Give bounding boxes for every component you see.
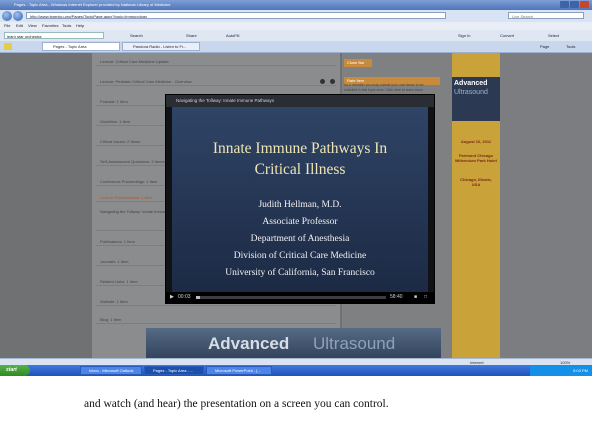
slide-line: Department of Anesthesia: [250, 234, 350, 244]
tab-pandora[interactable]: Pandora Radio - Listen to Fr...: [122, 42, 200, 51]
time-elapsed: 00:03: [178, 294, 191, 300]
close-bar-button[interactable]: Close Bar: [344, 59, 372, 67]
toolbar-search-button[interactable]: Search: [130, 30, 143, 41]
ad-city: Chicago, Illinois, USA: [460, 177, 492, 187]
play-icon[interactable]: ▶: [170, 294, 174, 301]
start-button[interactable]: start: [0, 365, 30, 376]
slide-title-line2: Critical Illness: [254, 161, 346, 178]
info-icon[interactable]: [330, 79, 335, 84]
maximize-button[interactable]: [570, 1, 579, 8]
slide-title: Innate Immune Pathways In Critical Illne…: [172, 138, 428, 180]
task-ie[interactable]: Pages - Topic Area - ...: [144, 366, 204, 375]
taskbar: start Inbox - Microsoft Outlook Pages - …: [0, 365, 592, 376]
menu-bar: File Edit View Favorites Tools Help: [0, 22, 592, 30]
progress-bar[interactable]: [196, 296, 386, 299]
menu-edit[interactable]: Edit: [16, 22, 23, 30]
toolbar-select-button[interactable]: Select: [548, 30, 559, 41]
toolbar-autofill-button[interactable]: AutoFill: [226, 30, 239, 41]
menu-help[interactable]: Help: [76, 22, 84, 30]
volume-icon[interactable]: ■: [414, 294, 417, 301]
slide-line: University of California, San Francisco: [225, 268, 375, 278]
browser-toolbar: learn star orchestra Search Share AutoFi…: [0, 30, 592, 41]
slide-caption: and watch (and hear) the presentation on…: [84, 398, 389, 410]
list-item[interactable]: Lecture: Pediatric Critical Care Medicin…: [96, 77, 336, 86]
member-note: As a member you may submit your own item…: [344, 83, 424, 92]
ad-line2: Ultrasound: [454, 89, 488, 96]
minimize-button[interactable]: [560, 1, 569, 8]
fullscreen-icon[interactable]: □: [424, 294, 427, 301]
slide-line: Associate Professor: [262, 217, 338, 227]
page-menu[interactable]: Page: [540, 41, 549, 52]
clock: 5:03 PM: [573, 368, 588, 373]
task-powerpoint[interactable]: Microsoft PowerPoint - [...: [206, 366, 272, 375]
presentation-slide: Innate Immune Pathways In Critical Illne…: [172, 107, 428, 292]
slide-title-line1: Innate Immune Pathways In: [212, 140, 388, 157]
forward-icon[interactable]: [13, 11, 23, 21]
close-button[interactable]: [580, 1, 589, 8]
player-controls: ▶ 00:03 58:40 ■ □: [166, 292, 434, 303]
ad-line1: Advanced: [454, 80, 488, 87]
tools-menu[interactable]: Tools: [566, 41, 575, 52]
system-tray: 5:03 PM: [530, 365, 592, 376]
ad-header[interactable]: Advanced Ultrasound: [452, 77, 500, 121]
screenshot: Pages - Topic Area - Windows Internet Ex…: [0, 0, 592, 376]
task-outlook[interactable]: Inbox - Microsoft Outlook: [80, 366, 142, 375]
menu-favorites[interactable]: Favorites: [42, 22, 58, 30]
ad-banner[interactable]: Advanced Ultrasound: [146, 328, 441, 358]
ad-venue: Fairmont Chicago Millennium Park Hotel: [455, 153, 497, 163]
list-item[interactable]: Lecture: Critical Care Medicine Update: [96, 57, 336, 66]
toolbar-signin-button[interactable]: Sign In: [458, 30, 470, 41]
address-field[interactable]: http://www.learnicu.org/Pages/TopicPage.…: [26, 12, 446, 19]
page-margin: [500, 53, 592, 358]
tab-bar: Pages - Topic Area Pandora Radio - Liste…: [0, 41, 592, 53]
tab-pages-topic-area[interactable]: Pages - Topic Area: [42, 42, 120, 51]
video-player[interactable]: Navigating the Tollway: Innate Immune Pa…: [165, 94, 435, 304]
menu-view[interactable]: View: [28, 22, 37, 30]
address-bar-row: http://www.learnicu.org/Pages/TopicPage.…: [0, 10, 592, 22]
player-title: Navigating the Tollway: Innate Immune Pa…: [166, 95, 434, 107]
search-input[interactable]: Live Search: [508, 12, 584, 19]
toolbar-search-field[interactable]: learn star orchestra: [4, 32, 104, 39]
slide-line: Division of Critical Care Medicine: [233, 251, 367, 261]
progress-fill: [196, 296, 200, 299]
ad-date: August 16, 2011: [460, 139, 492, 144]
window-title: Pages - Topic Area - Windows Internet Ex…: [14, 2, 171, 7]
banner-word2: Ultrasound: [313, 334, 396, 353]
menu-file[interactable]: File: [4, 22, 10, 30]
banner-word1: Advanced: [208, 334, 290, 353]
back-icon[interactable]: [2, 11, 12, 21]
slide-author: Judith Hellman, M.D.: [258, 200, 342, 210]
time-total: 58:40: [390, 294, 403, 300]
info-icon[interactable]: [320, 79, 325, 84]
menu-tools[interactable]: Tools: [62, 22, 71, 30]
toolbar-convert-button[interactable]: Convert: [500, 30, 514, 41]
toolbar-share-button[interactable]: Share: [186, 30, 197, 41]
window-titlebar: Pages - Topic Area - Windows Internet Ex…: [0, 0, 592, 10]
favorites-star-icon[interactable]: [4, 43, 12, 50]
list-item[interactable]: Blog: 1 Item: [96, 315, 336, 324]
